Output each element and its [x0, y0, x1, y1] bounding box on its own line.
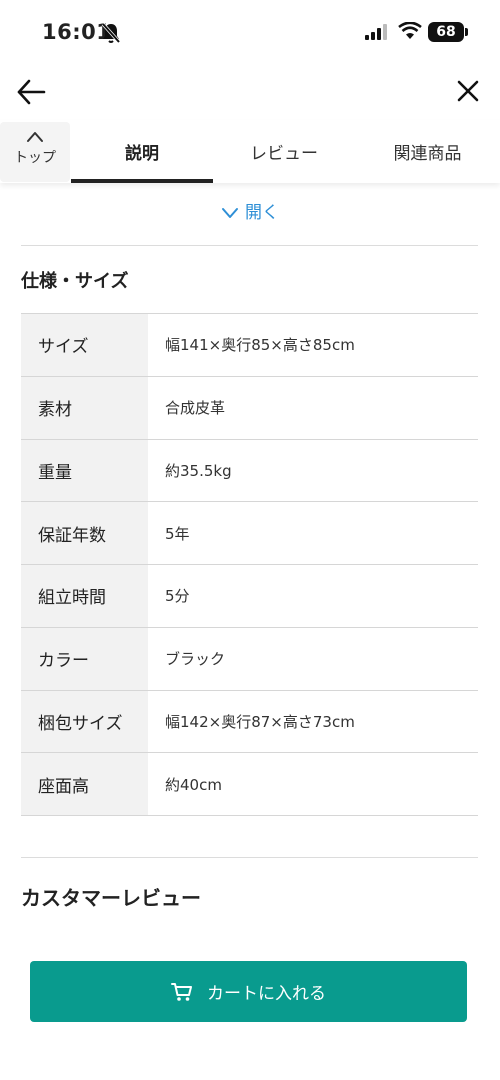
spec-label: 梱包サイズ: [21, 690, 148, 753]
spec-label: 座面高: [21, 753, 148, 815]
spec-section-title: 仕様・サイズ: [21, 271, 129, 292]
table-row: サイズ 幅141×奥行85×高さ85cm: [21, 314, 478, 377]
spec-value: 5分: [165, 587, 190, 606]
scroll-top-label: トップ: [14, 150, 56, 166]
spec-label: 素材: [21, 376, 148, 439]
status-bar: 16:01 68: [0, 0, 500, 64]
scroll-top-button[interactable]: トップ: [0, 122, 70, 182]
back-arrow-icon[interactable]: [16, 78, 46, 106]
spec-label: 保証年数: [21, 502, 148, 564]
tab-bar: トップ 説明 レビュー 関連商品: [0, 120, 500, 183]
spec-label: 重量: [21, 439, 148, 502]
spec-label: カラー: [21, 627, 148, 690]
table-row: 素材 合成皮革: [21, 376, 478, 440]
cart-icon: [171, 982, 192, 1001]
divider: [21, 245, 478, 246]
tab-related-products[interactable]: 関連商品: [355, 120, 500, 183]
spec-value: ブラック: [165, 650, 226, 669]
battery-level: 68: [436, 24, 456, 40]
spec-label: 組立時間: [21, 565, 148, 627]
battery-tip: [465, 28, 468, 36]
table-row: カラー ブラック: [21, 627, 478, 691]
wifi-icon: [398, 22, 422, 39]
reviews-section-title: カスタマーレビュー: [21, 886, 201, 910]
table-row: 梱包サイズ 幅142×奥行87×高さ73cm: [21, 690, 478, 754]
table-row: 保証年数 5年: [21, 502, 478, 565]
spec-table: サイズ 幅141×奥行85×高さ85cm 素材 合成皮革 重量 約35.5kg …: [21, 313, 478, 816]
close-icon[interactable]: [455, 78, 481, 104]
add-to-cart-label: カートに入れる: [207, 984, 326, 1004]
chevron-down-icon: [222, 208, 238, 218]
nav-bar: [0, 64, 500, 120]
expand-link[interactable]: 開く: [0, 198, 500, 223]
spec-value: 幅142×奥行87×高さ73cm: [165, 712, 355, 731]
bell-muted-icon: [101, 22, 121, 44]
add-to-cart-button[interactable]: カートに入れる: [30, 961, 467, 1022]
spec-label: サイズ: [21, 314, 148, 376]
table-row: 組立時間 5分: [21, 565, 478, 628]
signal-icon: [365, 24, 387, 40]
expand-link-label: 開く: [245, 203, 279, 223]
spec-value: 約40cm: [165, 775, 222, 794]
spec-value: 合成皮革: [165, 399, 226, 418]
divider: [21, 857, 478, 858]
tab-description[interactable]: 説明: [71, 120, 213, 183]
battery-indicator: 68: [428, 22, 464, 42]
spec-value: 約35.5kg: [165, 461, 232, 480]
chevron-up-icon: [27, 132, 43, 142]
table-row: 座面高 約40cm: [21, 753, 478, 816]
tab-reviews[interactable]: レビュー: [213, 120, 355, 183]
table-row: 重量 約35.5kg: [21, 439, 478, 503]
spec-value: 5年: [165, 524, 190, 543]
spec-value: 幅141×奥行85×高さ85cm: [165, 336, 355, 355]
